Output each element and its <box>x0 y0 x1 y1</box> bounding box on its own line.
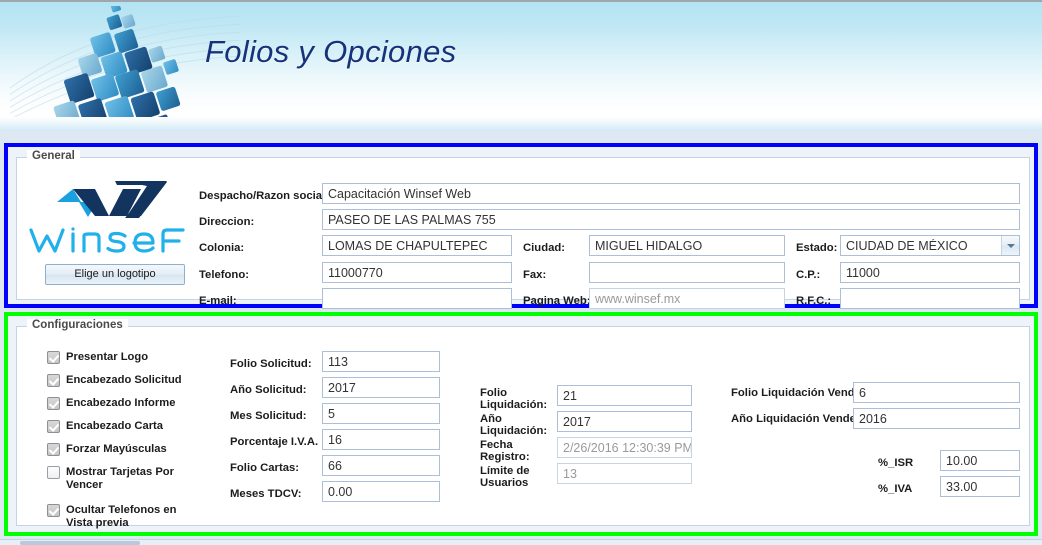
configuraciones-section-highlight: Configuraciones Presentar Logo Encabezad… <box>4 312 1038 536</box>
chevron-down-icon <box>1006 243 1015 248</box>
label-mes-solicitud: Mes Solicitud: <box>230 410 307 422</box>
configuraciones-groupbox: Configuraciones Presentar Logo Encabezad… <box>16 319 1030 529</box>
checkbox-mostrar-tarjetas-por-vencer[interactable]: Mostrar Tarjetas Por Vencer <box>47 466 197 492</box>
label-ano-liquidacion-vendedor: Año Liquidación Vendedor <box>731 413 858 425</box>
checkbox-box[interactable] <box>47 443 60 456</box>
banner-bottom-fade <box>0 117 1042 131</box>
label-fax: Fax: <box>523 269 547 281</box>
rfc-input[interactable] <box>840 288 1020 309</box>
checkbox-label: Mostrar Tarjetas Por Vencer <box>66 466 174 491</box>
label-porcentaje-iva: Porcentaje I.V.A. <box>230 436 319 448</box>
app-root: Folios y Opciones General Elige un logot… <box>0 0 1042 545</box>
label-limite-usuarios: Límite de Usuarios <box>480 465 530 489</box>
checkbox-label: Presentar Logo <box>66 351 149 363</box>
porcentaje-iva-input[interactable] <box>322 429 440 450</box>
label-pagina-web: Pagina Web: <box>523 295 591 307</box>
ano-solicitud-input[interactable] <box>322 377 440 398</box>
direccion-input[interactable] <box>322 209 1020 230</box>
checkbox-presentar-logo[interactable]: Presentar Logo <box>47 351 202 364</box>
pagina-web-input[interactable] <box>589 288 785 309</box>
label-despacho: Despacho/Razon social: <box>199 190 329 202</box>
checkbox-box[interactable] <box>47 397 60 410</box>
folio-liquidacion-vendedor-input[interactable] <box>853 382 1020 403</box>
page-title: Folios y Opciones <box>205 34 457 69</box>
limite-usuarios-input <box>557 463 692 484</box>
colonia-input[interactable] <box>322 235 512 256</box>
label-direccion: Direccion: <box>199 216 255 228</box>
label-rfc: R.F.C.: <box>796 295 832 307</box>
checkbox-label: Encabezado Carta <box>66 420 163 432</box>
blue-cubes-icon <box>47 6 181 131</box>
checkbox-encabezado-solicitud[interactable]: Encabezado Solicitud <box>47 374 202 387</box>
checkbox-box[interactable] <box>47 374 60 387</box>
label-folio-solicitud: Folio Solicitud: <box>230 358 312 370</box>
checkbox-label: Encabezado Solicitud <box>66 374 182 386</box>
folio-liquidacion-input[interactable] <box>557 385 692 406</box>
checkbox-box[interactable] <box>47 504 60 517</box>
mes-solicitud-input[interactable] <box>322 403 440 424</box>
ano-liquidacion-input[interactable] <box>557 411 692 432</box>
elige-logotipo-button[interactable]: Elige un logotipo <box>45 264 185 285</box>
meses-tdcv-input[interactable] <box>322 481 440 502</box>
label-cp: C.P.: <box>796 269 821 281</box>
winsef-mark-icon <box>57 181 167 218</box>
ano-liquidacion-vendedor-input[interactable] <box>853 408 1020 429</box>
fax-input[interactable] <box>589 262 785 283</box>
label-ciudad: Ciudad: <box>523 242 566 254</box>
general-legend: General <box>27 150 80 162</box>
label-folio-cartas: Folio Cartas: <box>230 462 300 474</box>
isr-input[interactable] <box>940 450 1020 471</box>
checkbox-box[interactable] <box>47 466 60 479</box>
checkbox-encabezado-carta[interactable]: Encabezado Carta <box>47 420 202 433</box>
page-header-banner: Folios y Opciones <box>0 0 1042 131</box>
estado-selected-value: CIUDAD DE MÉXICO <box>846 238 968 253</box>
label-fecha-registro: Fecha Registro: <box>480 439 530 463</box>
label-isr: %_ISR <box>878 457 914 469</box>
ciudad-input[interactable] <box>589 235 785 256</box>
telefono-input[interactable] <box>322 262 512 283</box>
scrollbar-thumb[interactable] <box>20 541 140 545</box>
winsef-wordmark <box>29 227 185 253</box>
checkbox-ocultar-telefonos[interactable]: Ocultar Telefonos en Vista previa <box>47 504 197 530</box>
general-section-highlight: General Elige un logotipo Despacho/Razon… <box>4 143 1038 309</box>
checkbox-forzar-mayusculas[interactable]: Forzar Mayúsculas <box>47 443 202 456</box>
label-email: E-mail: <box>199 295 237 307</box>
estado-dropdown-button[interactable] <box>1001 236 1019 255</box>
label-folio-liquidacion-vendedor: Folio Liquidación Vendedor <box>731 387 858 399</box>
label-telefono: Telefono: <box>199 269 249 281</box>
checkbox-box[interactable] <box>47 351 60 364</box>
cp-input[interactable] <box>840 262 1020 283</box>
configuraciones-legend: Configuraciones <box>27 319 128 331</box>
label-folio-liquidacion: Folio Liquidación: <box>480 387 548 411</box>
despacho-input[interactable] <box>322 183 1020 204</box>
label-colonia: Colonia: <box>199 242 245 254</box>
label-iva: %_IVA <box>878 483 913 495</box>
label-meses-tdcv: Meses TDCV: <box>230 488 302 500</box>
label-estado: Estado: <box>796 242 838 254</box>
fecha-registro-input <box>557 437 692 458</box>
checkbox-label: Encabezado Informe <box>66 397 176 409</box>
folio-solicitud-input[interactable] <box>322 351 440 372</box>
checkbox-label: Forzar Mayúsculas <box>66 443 167 455</box>
iva-input[interactable] <box>940 476 1020 497</box>
estado-select[interactable]: CIUDAD DE MÉXICO <box>840 235 1020 256</box>
label-ano-liquidacion: Año Liquidación: <box>480 413 548 437</box>
checkbox-box[interactable] <box>47 420 60 433</box>
folio-cartas-input[interactable] <box>322 455 440 476</box>
logo-panel: Elige un logotipo <box>27 178 199 288</box>
horizontal-scrollbar[interactable] <box>0 539 1042 545</box>
label-ano-solicitud: Año Solicitud: <box>230 384 307 396</box>
email-input[interactable] <box>322 288 512 309</box>
checkbox-label: Ocultar Telefonos en Vista previa <box>66 504 177 529</box>
checkbox-encabezado-informe[interactable]: Encabezado Informe <box>47 397 202 410</box>
general-groupbox: General Elige un logotipo Despacho/Razon… <box>16 150 1030 309</box>
